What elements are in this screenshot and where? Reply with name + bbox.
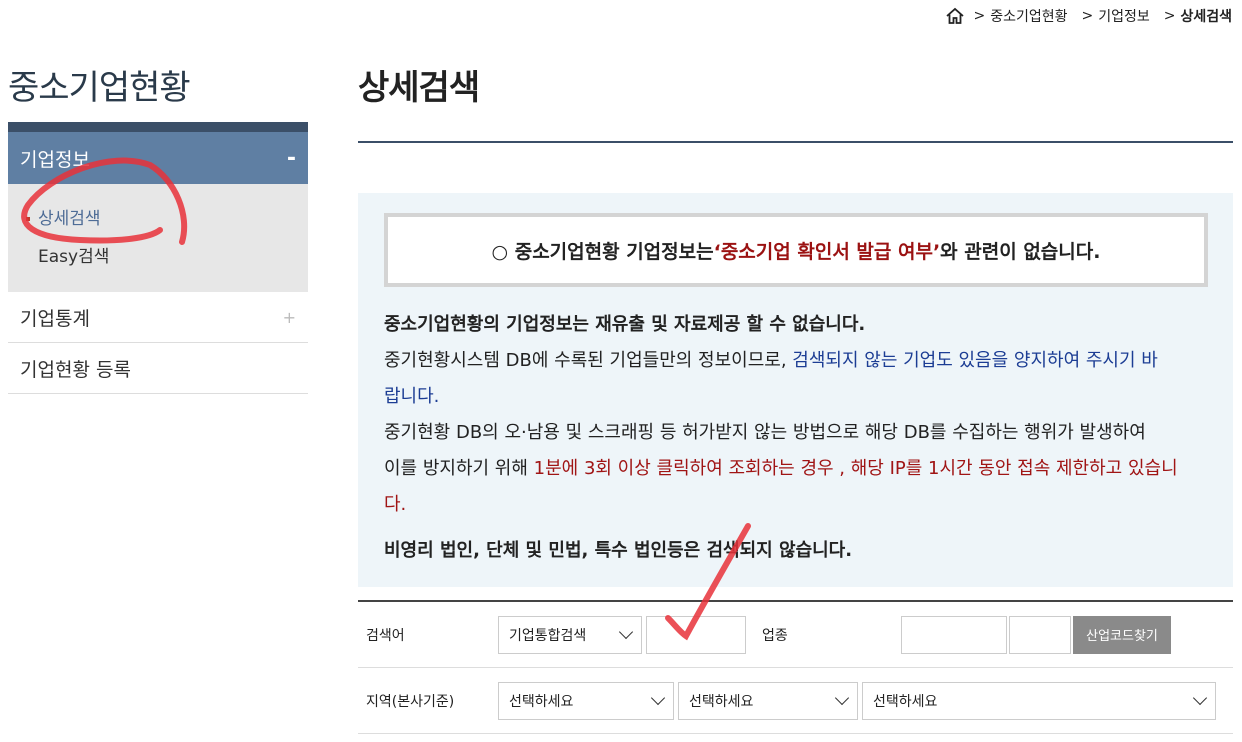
sidebar-item-label: 기업통계 — [20, 307, 90, 330]
collapse-icon[interactable]: - — [287, 146, 296, 171]
form-row-keyword: 검색어 기업통합검색 업종 산업코드찾기 — [358, 602, 1233, 668]
home-icon[interactable] — [945, 6, 965, 26]
industry-code-search-button[interactable]: 산업코드찾기 — [1073, 615, 1171, 654]
notice-blue-text: 검색되지 않는 기업도 있음을 양지하여 주시기 바 — [792, 350, 1158, 371]
breadcrumb: > 중소기업현황 > 기업정보 > 상세검색 — [945, 6, 1232, 26]
breadcrumb-separator: > — [973, 8, 986, 24]
select-value: 선택하세요 — [689, 693, 754, 710]
notice-red-text: 1분에 3회 이상 클릭하여 조회하는 경우 , 해당 IP를 1시간 동안 접… — [533, 458, 1178, 479]
select-value: 선택하세요 — [873, 693, 938, 710]
notice-text: 중기현황시스템 DB에 수록된 기업들만의 정보이므로, — [384, 350, 793, 371]
keyword-label: 검색어 — [366, 627, 405, 644]
title-divider — [358, 141, 1233, 143]
region-select-3[interactable]: 선택하세요 — [862, 681, 1216, 720]
notice-headline-suffix: 와 관련이 없습니다. — [940, 240, 1101, 263]
notice-text: 이를 방지하기 위해 — [384, 458, 534, 479]
breadcrumb-item[interactable]: 중소기업현황 — [990, 6, 1067, 26]
sidebar-item-company-info[interactable]: 기업정보 - — [8, 132, 308, 184]
notice-line: 중기현황 DB의 오·남용 및 스크래핑 등 허가받지 않는 방법으로 해당 D… — [384, 422, 1146, 443]
expand-icon[interactable]: + — [283, 308, 296, 327]
notice-red-text: 다. — [384, 494, 407, 515]
select-value: 선택하세요 — [509, 693, 574, 710]
select-value: 기업통합검색 — [509, 627, 587, 644]
notice-line: 중기현황시스템 DB에 수록된 기업들만의 정보이므로, 검색되지 않는 기업도… — [384, 343, 1214, 379]
search-form: 검색어 기업통합검색 업종 산업코드찾기 지역(본사기준) 선택하세요 선택하세… — [358, 600, 1233, 734]
sidebar-item-label: 기업정보 — [20, 148, 90, 171]
keyword-type-select[interactable]: 기업통합검색 — [498, 615, 642, 654]
notice-line: 중소기업현황의 기업정보는 재유출 및 자료제공 할 수 없습니다. — [384, 314, 866, 335]
chevron-down-icon — [650, 690, 666, 706]
region-label: 지역(본사기준) — [366, 693, 455, 710]
chevron-down-icon — [618, 624, 634, 640]
breadcrumb-separator: > — [1081, 8, 1094, 24]
sidebar-item-statistics[interactable]: 기업통계 + — [8, 292, 308, 343]
notice-panel: ○ 중소기업현황 기업정보는 ‘중소기업 확인서 발급 여부’ 와 관련이 없습… — [358, 193, 1233, 587]
industry-name-input[interactable] — [1009, 615, 1071, 654]
sidebar-submenu: 상세검색 Easy검색 — [8, 184, 308, 292]
industry-code-input[interactable] — [901, 615, 1007, 654]
notice-body: 중소기업현황의 기업정보는 재유출 및 자료제공 할 수 없습니다. 중기현황시… — [384, 307, 1214, 569]
page-title: 상세검색 — [358, 68, 480, 108]
sidebar-title: 중소기업현황 — [8, 68, 191, 108]
region-select-1[interactable]: 선택하세요 — [498, 681, 674, 720]
sidebar-item-registration[interactable]: 기업현황 등록 — [8, 343, 308, 394]
notice-headline-prefix: ○ 중소기업현황 기업정보는 — [491, 240, 714, 263]
sidebar-item-label: 기업현황 등록 — [20, 358, 131, 381]
submenu-easy-search[interactable]: Easy검색 — [38, 238, 308, 276]
sidebar-top-bar — [8, 122, 308, 132]
sidebar: 기업정보 - 상세검색 Easy검색 기업통계 + 기업현황 등록 — [8, 122, 308, 394]
notice-blue-text: 랍니다. — [384, 386, 440, 407]
submenu-detail-search[interactable]: 상세검색 — [26, 200, 308, 238]
notice-line: 이를 방지하기 위해 1분에 3회 이상 클릭하여 조회하는 경우 , 해당 I… — [384, 451, 1214, 487]
breadcrumb-current: 상세검색 — [1180, 9, 1232, 25]
chevron-down-icon — [834, 690, 850, 706]
notice-headline-highlight: ‘중소기업 확인서 발급 여부’ — [713, 240, 941, 263]
breadcrumb-item[interactable]: 기업정보 — [1098, 6, 1150, 26]
notice-headline: ○ 중소기업현황 기업정보는 ‘중소기업 확인서 발급 여부’ 와 관련이 없습… — [384, 213, 1208, 287]
notice-line: 비영리 법인, 단체 및 민법, 특수 법인등은 검색되지 않습니다. — [384, 540, 853, 561]
form-row-region: 지역(본사기준) 선택하세요 선택하세요 선택하세요 — [358, 668, 1233, 734]
keyword-input[interactable] — [646, 615, 746, 654]
chevron-down-icon — [1192, 690, 1208, 706]
industry-label: 업종 — [762, 627, 788, 644]
breadcrumb-separator: > — [1163, 8, 1176, 24]
region-select-2[interactable]: 선택하세요 — [678, 681, 858, 720]
